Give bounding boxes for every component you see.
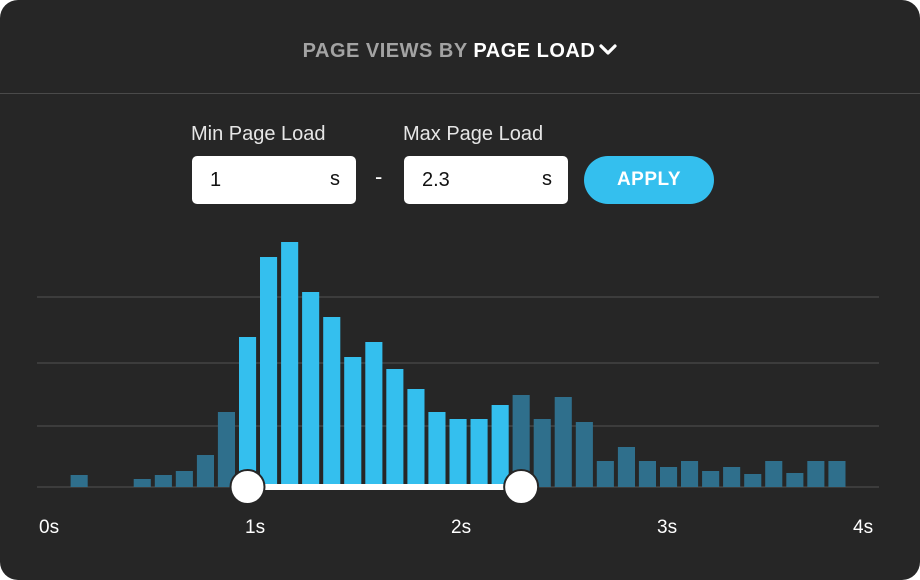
- histogram-bar: [260, 257, 278, 487]
- x-tick-label: 2s: [451, 517, 472, 538]
- histogram-bar: [660, 467, 678, 487]
- histogram-bar: [70, 475, 88, 487]
- histogram-bar: [302, 292, 320, 487]
- histogram-bar: [702, 471, 720, 487]
- histogram-bar: [596, 461, 614, 487]
- histogram-bar: [365, 342, 383, 487]
- histogram-bar: [575, 422, 593, 487]
- histogram-bar: [744, 474, 762, 487]
- histogram-bar: [196, 455, 214, 487]
- histogram-bar: [828, 461, 846, 487]
- histogram-bar: [554, 397, 572, 487]
- range-slider-max-handle[interactable]: [503, 469, 540, 505]
- histogram-bar: [133, 479, 151, 487]
- histogram-chart: [37, 242, 879, 505]
- range-slider-min-handle[interactable]: [229, 469, 266, 505]
- histogram-bar: [281, 242, 299, 487]
- histogram-bar: [470, 419, 488, 487]
- histogram-bar: [765, 461, 783, 487]
- histogram-bar: [323, 317, 341, 487]
- histogram-bar: [617, 447, 635, 487]
- histogram-bar: [533, 419, 551, 487]
- histogram-bar: [344, 357, 362, 487]
- histogram-bar: [239, 337, 257, 487]
- histogram-bar: [786, 473, 804, 487]
- histogram-bar: [407, 389, 425, 487]
- x-tick-label: 3s: [657, 517, 678, 538]
- histogram-bar: [386, 369, 404, 487]
- histogram-bar: [723, 467, 741, 487]
- histogram-bar: [681, 461, 699, 487]
- histogram-bar: [807, 461, 825, 487]
- histogram-bar: [428, 412, 446, 487]
- histogram-bar: [491, 405, 509, 487]
- chart-panel: PAGE VIEWS BY PAGE LOAD Min Page Load Ma…: [0, 0, 920, 580]
- histogram-bar: [449, 419, 467, 487]
- histogram-bar: [638, 461, 656, 487]
- x-tick-label: 4s: [853, 517, 874, 538]
- x-tick-label: 0s: [39, 517, 60, 538]
- x-tick-label: 1s: [245, 517, 266, 538]
- histogram-bar: [217, 412, 235, 487]
- histogram-bar: [175, 471, 193, 487]
- histogram-bar: [154, 475, 172, 487]
